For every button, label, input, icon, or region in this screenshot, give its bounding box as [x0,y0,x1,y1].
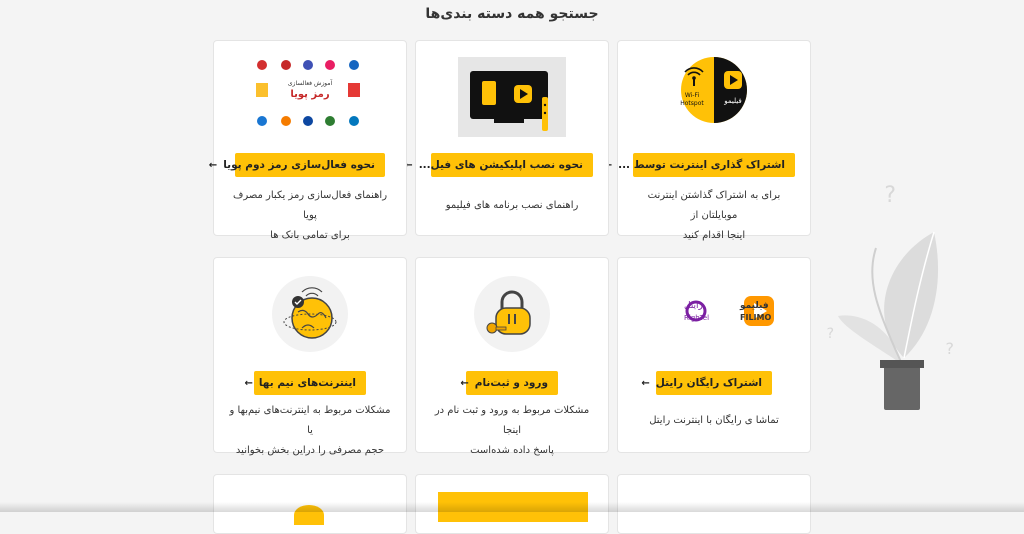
arrow-left-icon: ← [208,160,218,171]
half-price-button[interactable]: اینترنت‌های نیم بها← [244,371,366,395]
svg-text:رایتل: رایتل [684,301,703,311]
svg-text:فیلیمو: فیلیمو [739,301,769,311]
hotspot-button[interactable]: اشتراک گذاری اینترنت توسط ...← [604,153,795,177]
login-signup-button[interactable]: ورود و ثبت‌نام← [460,371,558,395]
card-rightel[interactable]: فیلیمو FILIMO رایتل RighTel اشتراک رایگا… [617,257,811,453]
card-dynamic-password[interactable]: آموزش فعالسازی رمز پویا نحوه فعال‌سازی ر… [209,40,407,241]
card-half-price-internet[interactable]: اینترنت‌های نیم بها← مشکلات مربوط به این… [213,257,407,456]
card-login-signup[interactable]: ورود و ثبت‌نام← مشکلات مربوط به ورود و ث… [415,257,609,456]
dynamic-password-button[interactable]: نحوه فعال‌سازی رمز دوم پویا← [209,153,385,177]
rightel-button[interactable]: اشتراک رایگان رایتل← [641,371,772,395]
svg-text:?: ? [946,339,955,358]
hotspot-thumbnail: Wi-Fi Hotspot فیلیمو [668,57,760,123]
dynamic-password-thumbnail: آموزش فعالسازی رمز پویا [250,57,370,131]
arrow-left-icon: ← [641,378,650,389]
plant-illustration: ? ? ? [816,168,986,422]
svg-text:Hotspot: Hotspot [680,100,704,107]
install-app-description: راهنمای نصب برنامه های فیلیمو [445,200,579,211]
svg-text:RighTel: RighTel [684,314,709,322]
rightel-thumbnail: فیلیمو FILIMO رایتل RighTel [644,284,784,340]
svg-text:آموزش فعالسازی: آموزش فعالسازی [288,78,333,87]
half-price-description: مشکلات مربوط به اینترنت‌های نیم‌بها و یا… [229,405,391,456]
svg-text:?: ? [884,183,896,208]
login-signup-description: مشکلات مربوط به ورود و ثبت نام در اینجا … [434,405,590,456]
card-install-app[interactable]: نحوه نصب اپلیکیشن های فیل...← راهنمای نص… [404,40,609,236]
globe-thumbnail [272,276,348,352]
lock-thumbnail [474,276,550,352]
hotspot-description: برای به اشتراک گذاشتن اینترنت موبایلتان … [647,190,781,241]
arrow-left-icon: ← [460,378,469,389]
install-app-button[interactable]: نحوه نصب اپلیکیشن های فیل...← [404,153,593,177]
svg-text:رمز پویا: رمز پویا [290,89,329,100]
dynamic-password-description: راهنمای فعال‌سازی رمز یکبار مصرف پویا بر… [232,190,388,241]
bottom-shadow [0,502,1024,512]
install-app-thumbnail [458,57,566,137]
svg-text:FILIMO: FILIMO [740,313,771,322]
svg-text:?: ? [827,326,834,342]
card-hotspot[interactable]: Wi-Fi Hotspot فیلیمو اشتراک گذاری اینترن… [604,40,811,241]
svg-text:فیلیمو: فیلیمو [723,97,742,105]
svg-text:Wi-Fi: Wi-Fi [685,92,700,99]
rightel-description: تماشا ی رایگان با اینترنت رایتل [649,415,779,426]
arrow-left-icon: ← [244,378,253,389]
